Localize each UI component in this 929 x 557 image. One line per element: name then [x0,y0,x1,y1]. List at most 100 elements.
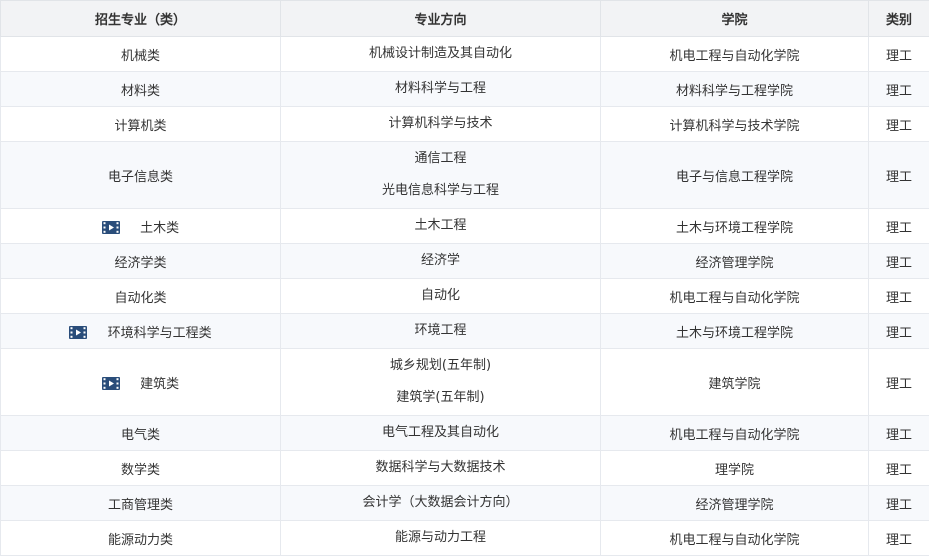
major-label: 机械类 [120,48,160,64]
cell-college: 土木与环境工程学院 [600,208,869,244]
cell-direction: 会计学（大数据会计方向） [280,485,601,521]
cell-direction: 城乡规划(五年制) 建筑学(五年制) [280,348,601,416]
cell-college: 理学院 [600,450,869,486]
cell-major: 能源动力类 [0,520,281,556]
direction-label: 土木工程 [414,218,467,233]
cell-category: 理工 [868,208,929,244]
major-label: 经济学类 [114,255,167,271]
table-row: 土木类 土木工程 土木与环境工程学院 理工 [0,208,929,244]
cell-major: 数学类 [0,450,281,486]
cell-major: 建筑类 [0,348,281,416]
cell-college: 建筑学院 [600,348,869,416]
cell-category: 理工 [868,348,929,416]
major-label: 环境科学与工程类 [107,325,212,341]
cell-major: 工商管理类 [0,485,281,521]
major-label: 计算机类 [114,118,167,134]
table-row: 电子信息类 通信工程 光电信息科学与工程 电子与信息工程学院 理工 [0,141,929,209]
cell-major: 环境科学与工程类 [0,313,281,349]
direction-label: 通信工程 [414,151,467,166]
admissions-table: 招生专业（类） 专业方向 学院 类别 机械类 机械设计制造及其自动化 机电工程与自动… [0,0,929,556]
major-label: 数学类 [120,462,160,478]
direction-label: 能源与动力工程 [394,530,486,545]
cell-major: 电气类 [0,415,281,451]
table-row: 材料类 材料科学与工程 材料科学与工程学院 理工 [0,71,929,107]
cell-major: 电子信息类 [0,141,281,209]
cell-college: 电子与信息工程学院 [600,141,869,209]
direction-label: 自动化 [420,288,460,303]
cell-major: 自动化类 [0,278,281,314]
major-label: 土木类 [140,220,180,236]
cell-category: 理工 [868,106,929,142]
cell-category: 理工 [868,71,929,107]
table-row: 自动化类 自动化 机电工程与自动化学院 理工 [0,278,929,314]
table-row: 电气类 电气工程及其自动化 机电工程与自动化学院 理工 [0,415,929,451]
cell-direction: 自动化 [280,278,601,314]
table-row: 工商管理类 会计学（大数据会计方向） 经济管理学院 理工 [0,485,929,521]
table-header-row: 招生专业（类） 专业方向 学院 类别 [0,0,929,37]
cell-direction: 通信工程光电信息科学与工程 [280,141,601,209]
header-major: 招生专业（类） [0,0,281,37]
major-label: 能源动力类 [107,532,173,548]
major-label: 自动化类 [114,290,167,306]
direction-label: 机械设计制造及其自动化 [368,46,512,61]
cell-major: 经济学类 [0,243,281,279]
cell-direction: 电气工程及其自动化 [280,415,601,451]
cell-college: 土木与环境工程学院 [600,313,869,349]
cell-category: 理工 [868,141,929,209]
cell-category: 理工 [868,415,929,451]
direction-label: 计算机科学与技术 [388,116,493,131]
cell-category: 理工 [868,520,929,556]
cell-major: 机械类 [0,36,281,72]
cell-college: 机电工程与自动化学院 [600,36,869,72]
cell-direction: 能源与动力工程 [280,520,601,556]
video-film-icon[interactable] [101,376,120,390]
cell-category: 理工 [868,243,929,279]
cell-direction: 数据科学与大数据技术 [280,450,601,486]
cell-college: 计算机科学与技术学院 [600,106,869,142]
video-film-icon[interactable] [69,325,88,339]
major-label: 材料类 [120,83,160,99]
cell-major: 材料类 [0,71,281,107]
table-row: 计算机类 计算机科学与技术 计算机科学与技术学院 理工 [0,106,929,142]
cell-direction: 经济学 [280,243,601,279]
cell-category: 理工 [868,485,929,521]
table-body: 机械类 机械设计制造及其自动化 机电工程与自动化学院 理工 材料类 材料科学与工程 材料科学… [0,36,929,556]
cell-direction: 计算机科学与技术 [280,106,601,142]
major-label: 电子信息类 [107,169,173,185]
direction-label: 会计学（大数据会计方向） [362,495,519,510]
cell-category: 理工 [868,36,929,72]
major-label: 建筑类 [140,376,180,392]
cell-major: 土木类 [0,208,281,244]
table-row: 环境科学与工程类 环境工程 土木与环境工程学院 理工 [0,313,929,349]
header-college: 学院 [600,0,869,37]
header-category: 类别 [868,0,929,37]
cell-category: 理工 [868,278,929,314]
cell-college: 经济管理学院 [600,485,869,521]
cell-major: 计算机类 [0,106,281,142]
table-row: 机械类 机械设计制造及其自动化 机电工程与自动化学院 理工 [0,36,929,72]
direction-label: 城乡规划(五年制) [389,358,492,373]
table-row: 建筑类 城乡规划(五年制) 建筑学(五年制) 建筑学院 理工 [0,348,929,416]
cell-college: 经济管理学院 [600,243,869,279]
cell-direction: 机械设计制造及其自动化 [280,36,601,72]
direction-label: 数据科学与大数据技术 [375,460,506,475]
major-label: 电气类 [120,427,160,443]
video-film-icon[interactable] [101,220,120,234]
cell-direction: 材料科学与工程 [280,71,601,107]
cell-college: 机电工程与自动化学院 [600,278,869,314]
table-row: 经济学类 经济学 经济管理学院 理工 [0,243,929,279]
direction-label: 光电信息科学与工程 [381,183,499,198]
table-row: 能源动力类 能源与动力工程 机电工程与自动化学院 理工 [0,520,929,556]
cell-college: 机电工程与自动化学院 [600,520,869,556]
header-direction: 专业方向 [280,0,601,37]
cell-category: 理工 [868,450,929,486]
direction-label: 环境工程 [414,323,467,338]
cell-direction: 土木工程 [280,208,601,244]
direction-label: 经济学 [420,253,460,268]
cell-college: 材料科学与工程学院 [600,71,869,107]
cell-direction: 环境工程 [280,313,601,349]
direction-label: 建筑学(五年制) [396,390,485,405]
cell-category: 理工 [868,313,929,349]
cell-college: 机电工程与自动化学院 [600,415,869,451]
major-label: 工商管理类 [107,497,173,513]
